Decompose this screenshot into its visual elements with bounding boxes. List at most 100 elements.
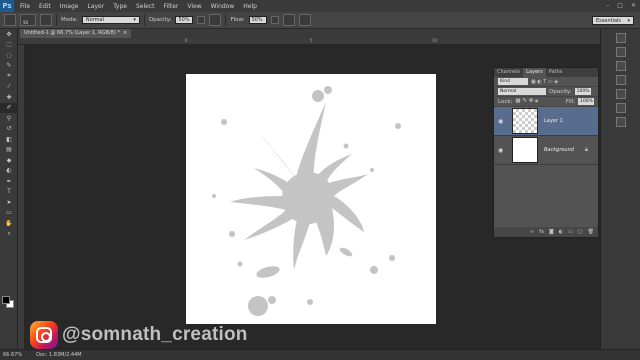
foreground-color-swatch[interactable] (2, 296, 10, 304)
brush-panel-toggle-icon[interactable] (40, 14, 52, 26)
lock-icons[interactable]: ▦ ✎ ✥ 🔒︎ (515, 98, 538, 105)
blur-tool-icon[interactable]: ◆ (0, 155, 18, 166)
flow-label: Flow: (230, 17, 245, 23)
opacity-label: Opacity: (549, 88, 572, 95)
layer-row[interactable]: ◉ Layer 1 (494, 107, 598, 136)
opacity-field[interactable]: 50% (175, 16, 194, 24)
menu-view[interactable]: View (187, 3, 201, 10)
layer-thumbnail (512, 108, 538, 134)
pressure-opacity-icon[interactable] (209, 14, 222, 26)
maximize-button[interactable]: □ (617, 2, 623, 9)
quick-select-tool-icon[interactable]: ✎ (0, 61, 18, 72)
new-layer-icon[interactable]: ▢ (578, 229, 583, 235)
ruler-vertical (18, 45, 25, 349)
dodge-tool-icon[interactable]: ◐ (0, 166, 18, 177)
minimize-button[interactable]: – (606, 2, 609, 9)
layers-panel-footer: ∞ fx ◙ ◐ ▭ ▢ 🗑︎ (494, 227, 598, 237)
type-tool-icon[interactable]: T (0, 187, 18, 198)
menu-filter[interactable]: Filter (164, 3, 179, 10)
crop-tool-icon[interactable]: ⌗ (0, 71, 18, 82)
workspace-select[interactable]: Essentials ▾ (592, 16, 634, 25)
layers-panel-icon[interactable] (615, 89, 626, 99)
layer-opacity-field[interactable]: 100% (574, 88, 591, 95)
lock-row: Lock: ▦ ✎ ✥ 🔒︎ Fill: 100% (494, 97, 598, 107)
pen-tool-icon[interactable]: ✒ (0, 176, 18, 187)
photoshop-logo: Ps (0, 0, 14, 12)
layer-row[interactable]: ◉ Background 🔒︎ (494, 136, 598, 165)
hand-tool-icon[interactable]: ✋ (0, 218, 18, 229)
document-tab[interactable]: Untitled-1 @ 66.7% (Layer 1, RGB/8) * × (20, 29, 132, 38)
adjustment-icon[interactable]: ◐ (559, 229, 563, 235)
menu-help[interactable]: Help (243, 3, 257, 10)
tab-layers[interactable]: Layers (523, 68, 546, 77)
opacity-dropdown-icon[interactable] (197, 16, 206, 24)
gradient-tool-icon[interactable]: ▤ (0, 145, 18, 156)
mask-icon[interactable]: ◙ (549, 229, 554, 235)
document-tab-title: Untitled-1 @ 66.7% (Layer 1, RGB/8) * (24, 30, 120, 36)
zoom-level[interactable]: 66.67% (3, 352, 22, 358)
menu-layer[interactable]: Layer (87, 3, 104, 10)
trash-icon[interactable]: 🗑︎ (588, 229, 594, 235)
menu-image[interactable]: Image (60, 3, 79, 10)
color-panel-icon[interactable] (615, 33, 626, 43)
styles-panel-icon[interactable] (615, 75, 626, 85)
mode-select[interactable]: Normal ▾ (81, 16, 140, 24)
tools-panel: ✥ ⬚ ◌ ✎ ⌗ ⁄ ✚ ✐ ⚲ ↺ ◧ ▤ ◆ ◐ ✒ T ➤ ▭ ✋ ⌕ (0, 29, 18, 349)
brush-tool-preset-icon[interactable] (4, 14, 16, 26)
opacity-label: Opacity: (148, 17, 172, 23)
close-button[interactable]: ✕ (631, 2, 636, 9)
pressure-size-icon[interactable] (298, 14, 311, 26)
healing-brush-tool-icon[interactable]: ✚ (0, 92, 18, 103)
tab-paths[interactable]: Paths (546, 68, 566, 77)
brush-tool-icon[interactable]: ✐ (0, 102, 18, 113)
eye-icon[interactable]: ◉ (498, 118, 506, 125)
brush-preset-picker[interactable]: 50 (20, 14, 36, 26)
status-bar: 66.67% Doc: 1.83M/2.44M (0, 349, 640, 360)
airbrush-icon[interactable] (282, 14, 295, 26)
history-brush-tool-icon[interactable]: ↺ (0, 124, 18, 135)
lasso-tool-icon[interactable]: ◌ (0, 50, 18, 61)
fill-label: Fill: (565, 98, 575, 105)
menu-file[interactable]: File (20, 3, 30, 10)
mode-label: Mode: (61, 17, 78, 23)
watermark-text: @somnath_creation (62, 324, 248, 345)
eye-icon[interactable]: ◉ (498, 147, 506, 154)
marquee-tool-icon[interactable]: ⬚ (0, 40, 18, 51)
swatches-panel-icon[interactable] (615, 47, 626, 57)
filter-icons[interactable]: ▣ ◐ T ▭ ◈ (531, 79, 558, 85)
layers-panel-tabs: Channels Layers Paths (494, 68, 598, 77)
folder-icon[interactable]: ▭ (568, 229, 573, 235)
adjustments-panel-icon[interactable] (615, 61, 626, 71)
layer-thumbnail (512, 137, 538, 163)
close-icon[interactable]: × (123, 30, 127, 37)
eyedropper-tool-icon[interactable]: ⁄ (0, 82, 18, 93)
filter-row: Kind ▣ ◐ T ▭ ◈ (494, 77, 598, 87)
menu-select[interactable]: Select (136, 3, 155, 10)
paths-panel-icon[interactable] (615, 117, 626, 127)
move-tool-icon[interactable]: ✥ (0, 29, 18, 40)
flow-dropdown-icon[interactable] (270, 16, 279, 24)
eraser-tool-icon[interactable]: ◧ (0, 134, 18, 145)
menu-window[interactable]: Window (211, 3, 235, 10)
kind-filter-select[interactable]: Kind (498, 78, 528, 85)
menu-bar: Ps File Edit Image Layer Type Select Fil… (0, 0, 640, 12)
menu-type[interactable]: Type (113, 3, 127, 10)
path-selection-tool-icon[interactable]: ➤ (0, 197, 18, 208)
zoom-tool-icon[interactable]: ⌕ (0, 229, 18, 240)
clone-stamp-tool-icon[interactable]: ⚲ (0, 113, 18, 124)
flow-field[interactable]: 50% (248, 16, 267, 24)
ink-splatter (212, 86, 401, 316)
ruler-tick: 10 (432, 38, 438, 43)
menu-edit[interactable]: Edit (39, 3, 51, 10)
link-icon[interactable]: ∞ (530, 229, 534, 235)
blend-mode-select[interactable]: Normal (498, 88, 546, 95)
shape-tool-icon[interactable]: ▭ (0, 208, 18, 219)
channels-panel-icon[interactable] (615, 103, 626, 113)
ruler-tick: 5 (310, 38, 313, 43)
fx-icon[interactable]: fx (539, 229, 544, 235)
fill-field[interactable]: 100% (578, 98, 594, 105)
lock-icon: 🔒︎ (584, 146, 588, 153)
document-canvas[interactable] (186, 74, 436, 324)
tab-channels[interactable]: Channels (494, 68, 523, 77)
window-controls: – □ ✕ (606, 2, 636, 9)
